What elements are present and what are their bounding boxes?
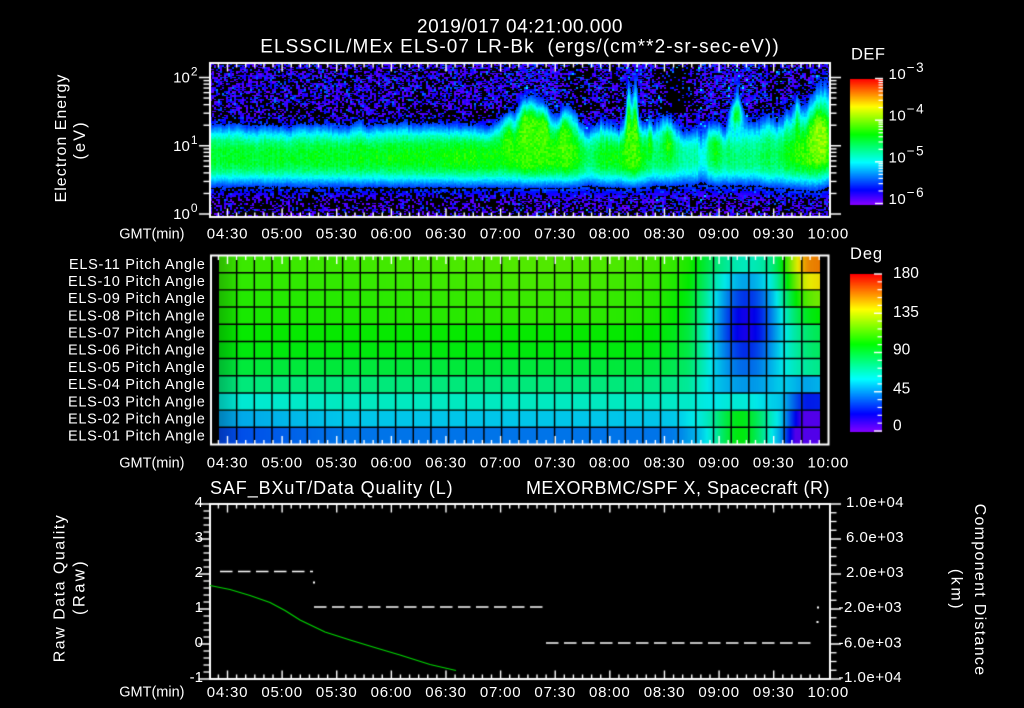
svg-text:10:00: 10:00 (808, 226, 850, 243)
svg-text:SAF_BXuT/Data Quality (L): SAF_BXuT/Data Quality (L) (210, 478, 454, 499)
svg-text:05:00: 05:00 (261, 455, 303, 472)
svg-text:ELS-11 Pitch Angle: ELS-11 Pitch Angle (69, 257, 205, 273)
svg-text:-6.0e+03: -6.0e+03 (839, 635, 903, 652)
svg-text:GMT(min): GMT(min) (119, 685, 184, 701)
svg-text:09:00: 09:00 (698, 684, 740, 701)
svg-text:135: 135 (893, 304, 919, 321)
svg-text:Component Distance: Component Distance (971, 504, 988, 677)
svg-text:2.0e+03: 2.0e+03 (846, 564, 904, 581)
svg-text:06:00: 06:00 (371, 684, 413, 701)
svg-text:07:00: 07:00 (480, 226, 522, 243)
svg-text:05:00: 05:00 (261, 226, 303, 243)
svg-text:08:00: 08:00 (589, 455, 631, 472)
svg-text:10:00: 10:00 (808, 455, 850, 472)
svg-text:Raw Data Quality: Raw Data Quality (52, 514, 69, 663)
svg-text:07:30: 07:30 (534, 455, 576, 472)
svg-text:07:30: 07:30 (534, 684, 576, 701)
svg-text:09:30: 09:30 (753, 226, 795, 243)
svg-text:90: 90 (893, 342, 911, 359)
svg-text:100: 100 (173, 201, 198, 223)
svg-text:101: 101 (173, 133, 198, 155)
svg-text:-2.0e+03: -2.0e+03 (839, 599, 903, 616)
svg-text:10−5: 10−5 (889, 143, 926, 166)
svg-text:2: 2 (195, 564, 203, 581)
svg-text:10:00: 10:00 (808, 684, 850, 701)
svg-text:06:30: 06:30 (425, 226, 467, 243)
svg-text:0: 0 (893, 418, 902, 435)
svg-text:10−4: 10−4 (889, 102, 926, 125)
svg-text:08:30: 08:30 (644, 684, 686, 701)
svg-text:ELS-05 Pitch Angle: ELS-05 Pitch Angle (68, 360, 206, 376)
svg-text:6.0e+03: 6.0e+03 (846, 529, 904, 546)
svg-text:09:00: 09:00 (698, 226, 740, 243)
svg-text:2019/017 04:21:00.000: 2019/017 04:21:00.000 (417, 17, 623, 38)
svg-text:DEF: DEF (851, 46, 886, 64)
svg-text:05:30: 05:30 (316, 455, 358, 472)
svg-text:GMT(min): GMT(min) (119, 456, 184, 472)
svg-text:07:00: 07:00 (480, 455, 522, 472)
svg-text:08:00: 08:00 (589, 684, 631, 701)
svg-text:08:30: 08:30 (644, 455, 686, 472)
svg-text:1: 1 (195, 599, 203, 616)
svg-text:-1: -1 (190, 669, 203, 686)
svg-text:1.0e+04: 1.0e+04 (846, 494, 904, 511)
svg-text:ELS-04 Pitch Angle: ELS-04 Pitch Angle (68, 377, 206, 393)
svg-text:Deg: Deg (850, 245, 883, 263)
svg-text:04:30: 04:30 (207, 684, 249, 701)
svg-text:3: 3 (195, 529, 203, 546)
svg-text:(eV): (eV) (71, 120, 89, 159)
svg-text:05:30: 05:30 (316, 226, 358, 243)
svg-text:07:00: 07:00 (480, 684, 522, 701)
svg-text:ELS-08 Pitch Angle: ELS-08 Pitch Angle (68, 308, 206, 324)
svg-text:ELS-01 Pitch Angle: ELS-01 Pitch Angle (68, 429, 206, 445)
svg-text:06:30: 06:30 (425, 684, 467, 701)
svg-text:05:00: 05:00 (261, 684, 303, 701)
svg-text:ELSSCIL/MEx ELS-07 LR-Bk (erg: ELSSCIL/MEx ELS-07 LR-Bk (ergs/(cm**2-sr… (260, 37, 780, 58)
svg-text:09:00: 09:00 (698, 455, 740, 472)
svg-text:45: 45 (893, 381, 910, 398)
svg-text:ELS-03 Pitch Angle: ELS-03 Pitch Angle (68, 394, 206, 410)
svg-text:0: 0 (195, 634, 203, 651)
svg-text:05:30: 05:30 (316, 684, 358, 701)
svg-text:06:00: 06:00 (371, 226, 413, 243)
svg-text:08:00: 08:00 (589, 226, 631, 243)
svg-text:ELS-02 Pitch Angle: ELS-02 Pitch Angle (68, 411, 206, 427)
svg-text:102: 102 (173, 65, 198, 87)
svg-text:(km): (km) (948, 569, 965, 611)
svg-text:10−3: 10−3 (889, 60, 926, 83)
svg-text:MEXORBMC/SPF X, Spacecraft (R): MEXORBMC/SPF X, Spacecraft (R) (526, 478, 830, 498)
svg-text:(Raw): (Raw) (71, 559, 89, 615)
svg-text:ELS-06 Pitch Angle: ELS-06 Pitch Angle (68, 343, 206, 359)
svg-text:GMT(min): GMT(min) (119, 227, 184, 243)
svg-text:Electron Energy: Electron Energy (53, 74, 70, 203)
svg-text:ELS-10 Pitch Angle: ELS-10 Pitch Angle (68, 274, 206, 290)
svg-text:ELS-07 Pitch Angle: ELS-07 Pitch Angle (68, 326, 206, 342)
svg-text:09:30: 09:30 (753, 684, 795, 701)
svg-text:06:30: 06:30 (425, 455, 467, 472)
svg-text:-1.0e+04: -1.0e+04 (839, 669, 903, 686)
svg-text:09:30: 09:30 (753, 455, 795, 472)
svg-text:06:00: 06:00 (371, 455, 413, 472)
svg-text:ELS-09 Pitch Angle: ELS-09 Pitch Angle (68, 291, 206, 307)
svg-text:10−6: 10−6 (889, 185, 926, 208)
svg-text:07:30: 07:30 (534, 226, 576, 243)
svg-text:180: 180 (893, 265, 919, 282)
svg-text:4: 4 (195, 494, 203, 511)
svg-text:04:30: 04:30 (207, 455, 249, 472)
svg-text:04:30: 04:30 (207, 226, 249, 243)
svg-text:08:30: 08:30 (644, 226, 686, 243)
